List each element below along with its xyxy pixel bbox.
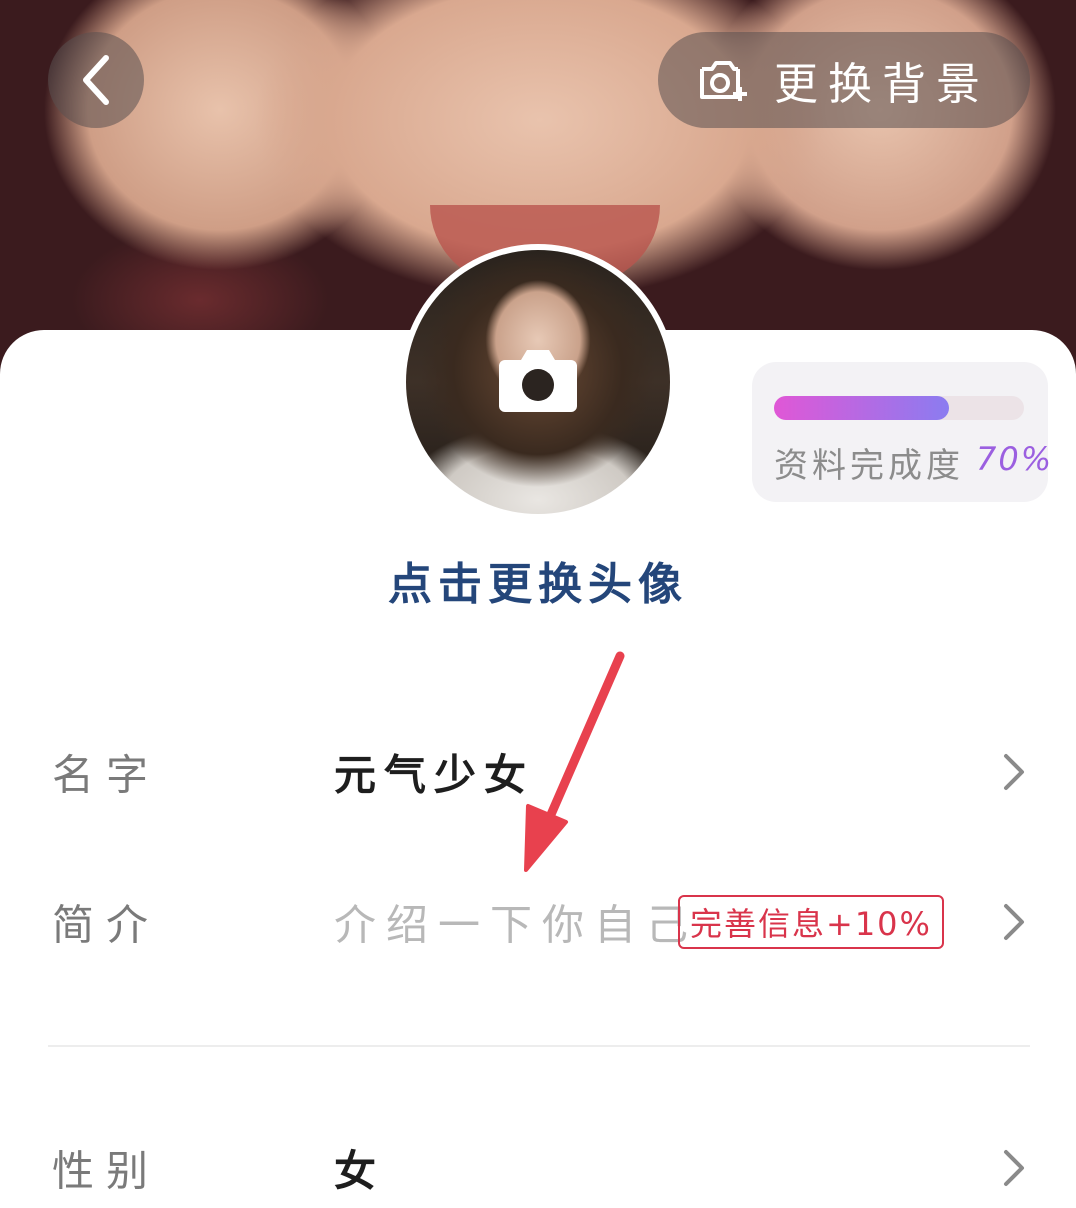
change-avatar-link[interactable]: 点击更换头像 [0, 548, 1076, 612]
chevron-right-icon [1004, 754, 1024, 790]
name-value: 元气少女 [334, 750, 535, 800]
avatar[interactable] [406, 250, 670, 514]
bio-placeholder: 介绍一下你自己 [334, 900, 699, 950]
change-background-label: 更换背景 [774, 59, 990, 110]
chevron-right-icon [1004, 904, 1024, 940]
completion-progress-bar [774, 396, 1024, 420]
completion-progress-fill [774, 396, 949, 420]
gender-value: 女 [334, 1146, 385, 1196]
chevron-right-icon [1004, 1150, 1024, 1186]
bio-row[interactable]: 简介 介绍一下你自己 完善信息+10% [0, 862, 1076, 982]
change-background-button[interactable]: 更换背景 [658, 32, 1030, 128]
back-button[interactable] [48, 32, 144, 128]
section-divider [48, 1045, 1030, 1047]
chevron-left-icon [83, 55, 109, 105]
bio-label: 简介 [52, 900, 161, 950]
name-label: 名字 [52, 750, 161, 800]
completion-value: 70% [976, 440, 1054, 478]
camera-plus-icon [700, 61, 747, 101]
gender-row[interactable]: 性别 女 [0, 1108, 1076, 1208]
camera-icon[interactable] [497, 344, 579, 420]
complete-info-badge: 完善信息+10% [678, 895, 944, 949]
avatar-container[interactable] [400, 244, 676, 520]
profile-completion-card: 资料完成度 70% [752, 362, 1051, 502]
name-row[interactable]: 名字 元气少女 [0, 712, 1076, 832]
gender-label: 性别 [52, 1146, 161, 1196]
completion-label: 资料完成度 [774, 446, 964, 486]
